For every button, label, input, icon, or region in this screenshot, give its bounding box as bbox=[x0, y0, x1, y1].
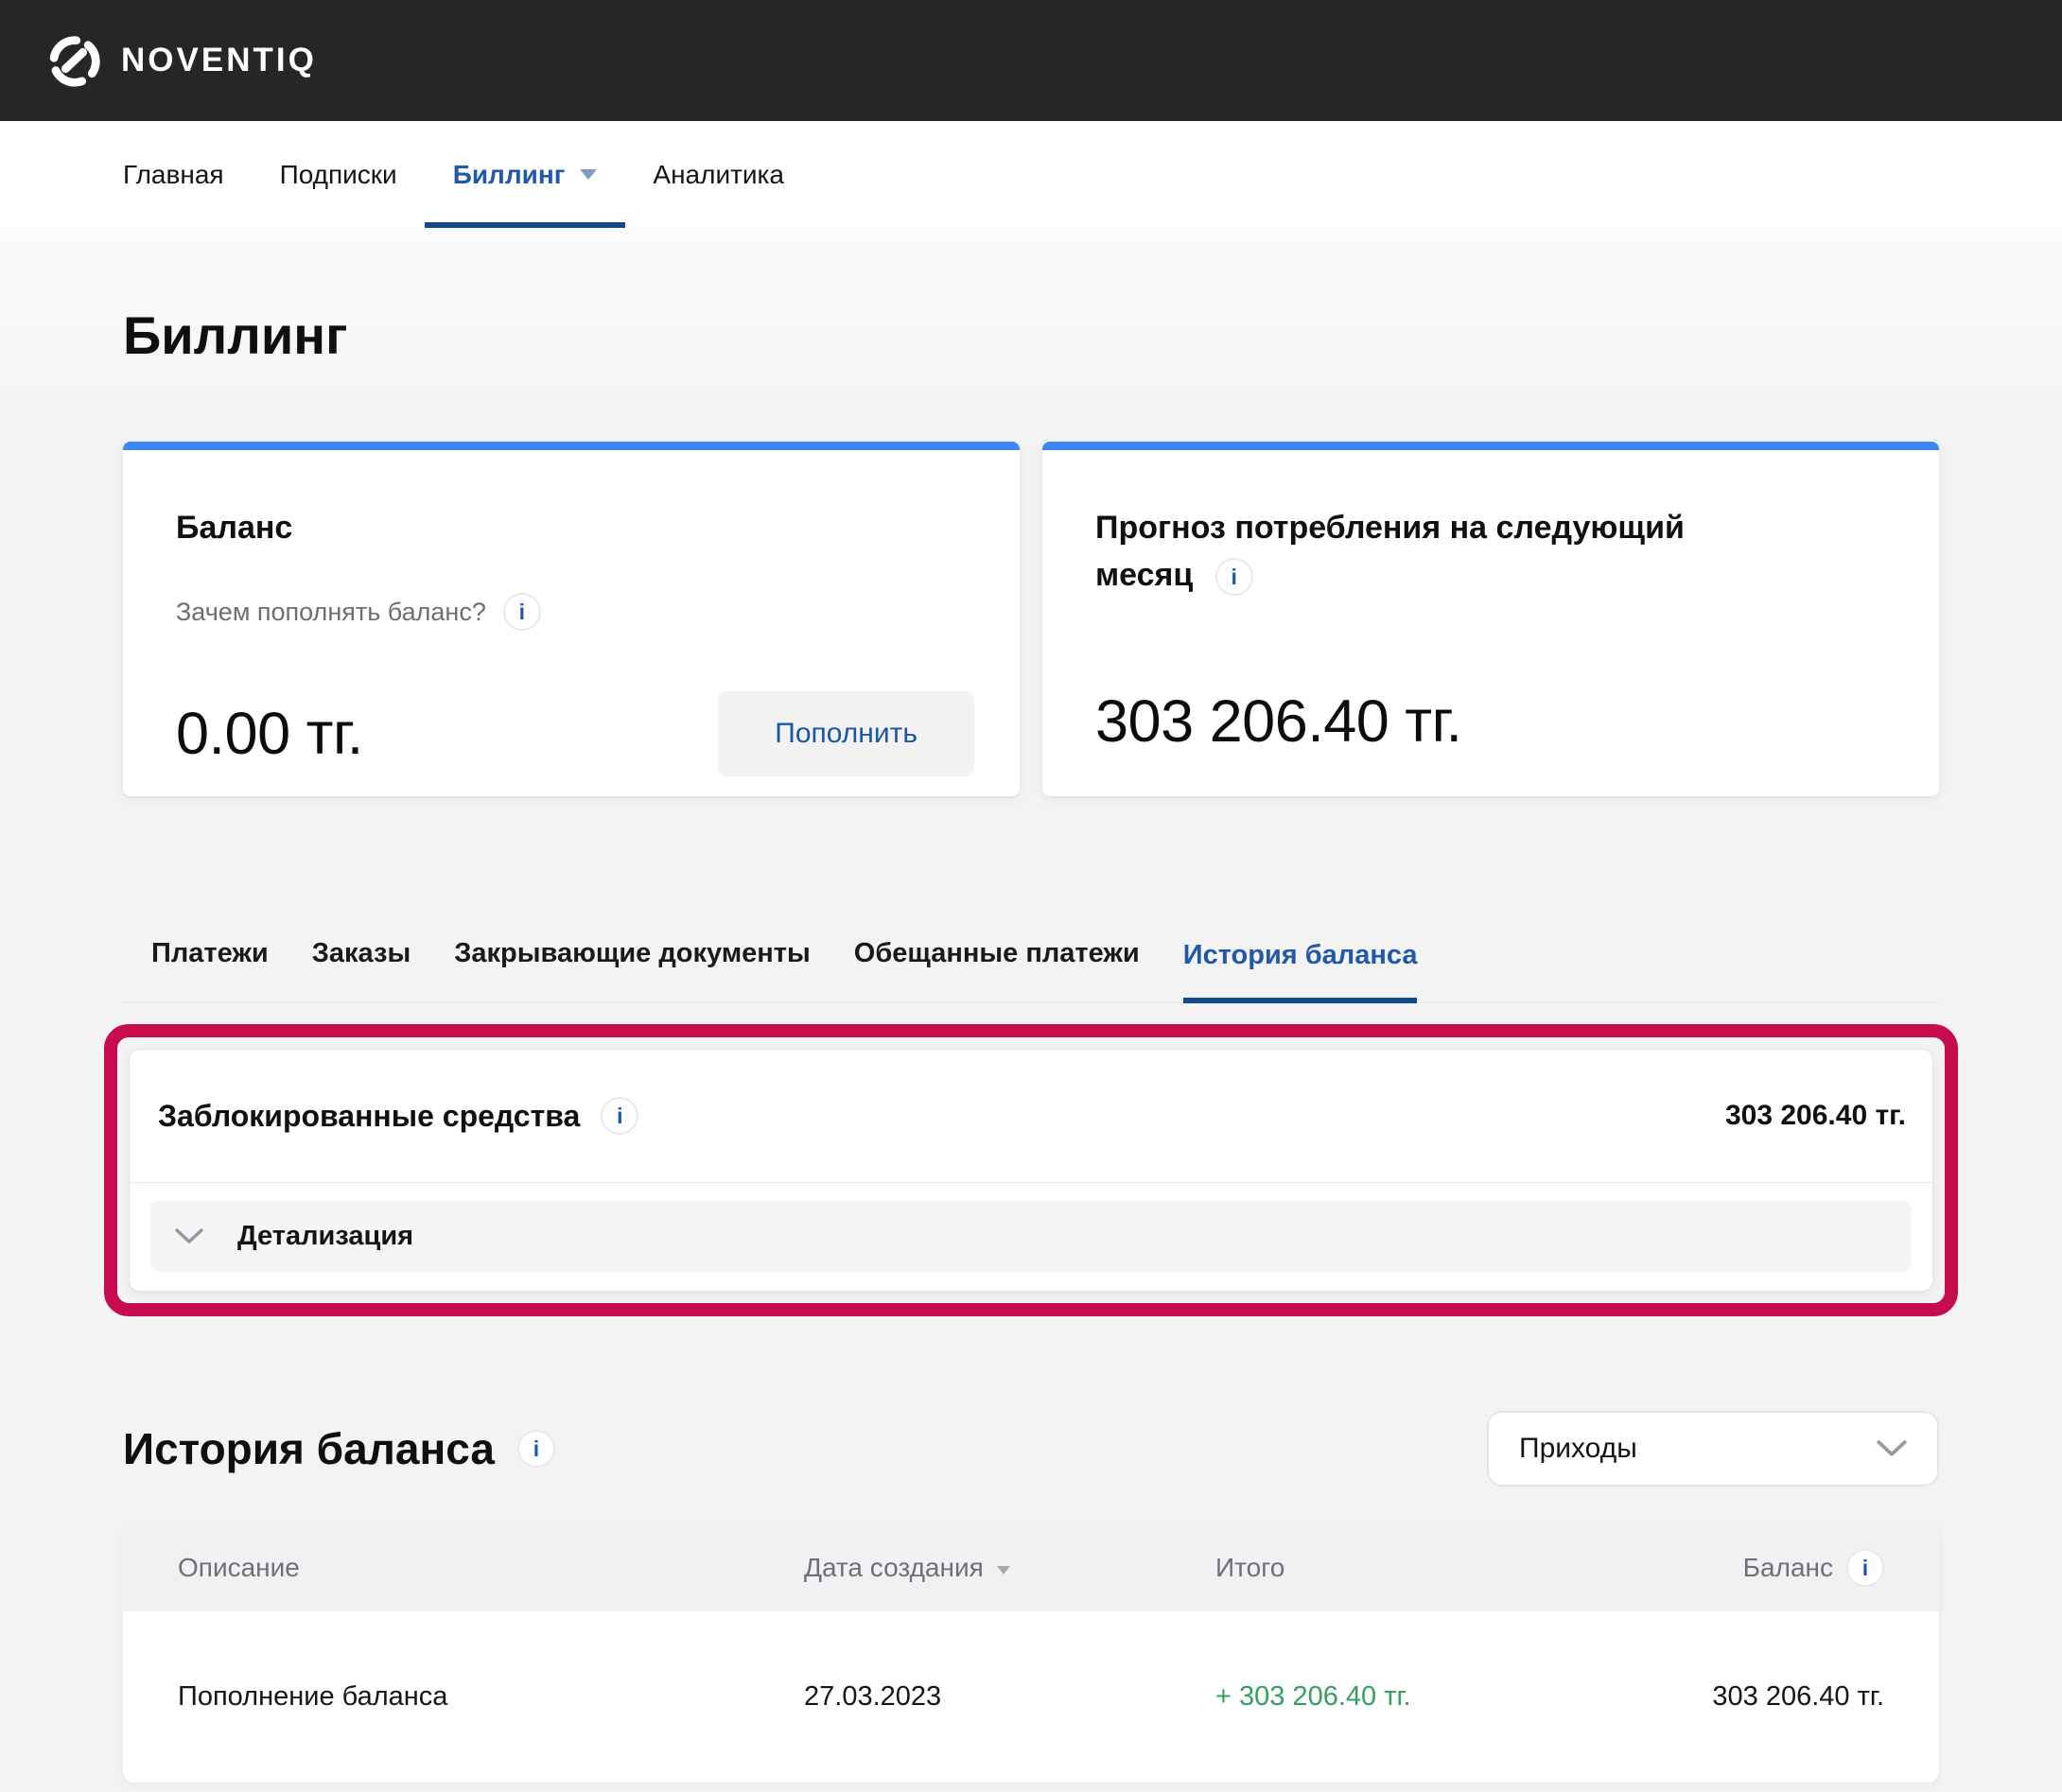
tab-obeshchannye-platezhi[interactable]: Обещанные платежи bbox=[854, 938, 1140, 1001]
content-area: Биллинг Баланс Зачем пополнять баланс? i… bbox=[0, 228, 2062, 1792]
row-total: + 303 206.40 тг. bbox=[1215, 1681, 1712, 1713]
blocked-funds-card: Заблокированные средства i 303 206.40 тг… bbox=[129, 1049, 1933, 1292]
nav-item-podpiski[interactable]: Подписки bbox=[280, 121, 397, 228]
blocked-funds-title: Заблокированные средства bbox=[158, 1099, 580, 1134]
col-header-date-label: Дата создания bbox=[804, 1553, 984, 1583]
info-icon[interactable]: i bbox=[517, 1430, 555, 1468]
history-table: Описание Дата создания Итого Баланс i По… bbox=[123, 1524, 1939, 1783]
balance-card-bottom: 0.00 тг. Пополнить bbox=[176, 691, 974, 776]
balance-hint: Зачем пополнять баланс? i bbox=[176, 593, 974, 631]
noventiq-logo[interactable]: NOVENTIQ bbox=[45, 31, 317, 90]
history-section-header: История баланса i Приходы bbox=[123, 1411, 1939, 1487]
table-row: Пополнение баланса 27.03.2023 + 303 206.… bbox=[123, 1611, 1939, 1783]
balance-card: Баланс Зачем пополнять баланс? i 0.00 тг… bbox=[123, 442, 1020, 796]
top-up-button[interactable]: Пополнить bbox=[718, 691, 974, 776]
chevron-down-icon bbox=[1877, 1440, 1907, 1457]
tab-zakazy[interactable]: Заказы bbox=[312, 938, 411, 1001]
forecast-card-title: Прогноз потребления на следующий месяц i bbox=[1095, 504, 1739, 599]
blocked-funds-title-row: Заблокированные средства i bbox=[158, 1097, 638, 1135]
info-icon[interactable]: i bbox=[1215, 558, 1253, 596]
nav-item-billing[interactable]: Биллинг bbox=[453, 121, 598, 228]
col-header-description: Описание bbox=[178, 1553, 804, 1583]
nav-item-glavnaya[interactable]: Главная bbox=[123, 121, 224, 228]
main-nav: Главная Подписки Биллинг Аналитика bbox=[0, 121, 2062, 228]
forecast-title-text: Прогноз потребления на следующий месяц bbox=[1095, 510, 1685, 593]
nav-item-analitika[interactable]: Аналитика bbox=[653, 121, 784, 228]
col-header-total: Итого bbox=[1215, 1553, 1743, 1583]
tab-istoriya-balansa[interactable]: История баланса bbox=[1183, 940, 1418, 1003]
history-table-header: Описание Дата создания Итого Баланс i bbox=[123, 1524, 1939, 1611]
noventiq-logo-icon bbox=[45, 31, 104, 90]
tab-platezhi[interactable]: Платежи bbox=[151, 938, 269, 1001]
chevron-down-icon bbox=[580, 169, 597, 180]
card-accent-bar bbox=[1042, 442, 1939, 450]
history-title: История баланса bbox=[123, 1423, 495, 1474]
balance-hint-text: Зачем пополнять баланс? bbox=[176, 598, 486, 627]
highlight-annotation-box: Заблокированные средства i 303 206.40 тг… bbox=[104, 1024, 1958, 1316]
summary-cards: Баланс Зачем пополнять баланс? i 0.00 тг… bbox=[123, 442, 1939, 796]
card-accent-bar bbox=[123, 442, 1020, 450]
row-balance: 303 206.40 тг. bbox=[1712, 1681, 1884, 1713]
sort-caret-icon bbox=[997, 1566, 1010, 1575]
billing-tabs: Платежи Заказы Закрывающие документы Обе… bbox=[123, 938, 1939, 1003]
balance-amount: 0.00 тг. bbox=[176, 700, 363, 768]
history-filter-value: Приходы bbox=[1519, 1433, 1637, 1465]
history-filter-select[interactable]: Приходы bbox=[1487, 1411, 1939, 1487]
col-header-balance: Баланс i bbox=[1743, 1549, 1884, 1587]
details-toggle-label: Детализация bbox=[237, 1221, 413, 1252]
info-icon[interactable]: i bbox=[601, 1097, 638, 1135]
row-date: 27.03.2023 bbox=[804, 1681, 1215, 1713]
col-header-date-sort[interactable]: Дата создания bbox=[804, 1553, 1215, 1583]
top-header: NOVENTIQ bbox=[0, 0, 2062, 121]
row-description: Пополнение баланса bbox=[178, 1681, 804, 1713]
nav-item-billing-label: Биллинг bbox=[453, 160, 566, 190]
chevron-down-icon bbox=[175, 1228, 203, 1244]
balance-card-title: Баланс bbox=[176, 504, 974, 551]
forecast-card: Прогноз потребления на следующий месяц i… bbox=[1042, 442, 1939, 796]
forecast-amount: 303 206.40 тг. bbox=[1095, 687, 1894, 756]
blocked-funds-header: Заблокированные средства i 303 206.40 тг… bbox=[130, 1050, 1932, 1182]
col-header-balance-label: Баланс bbox=[1743, 1553, 1833, 1583]
info-icon[interactable]: i bbox=[503, 593, 541, 631]
details-toggle[interactable]: Детализация bbox=[150, 1200, 1912, 1272]
tab-zakryvayushchie-dokumenty[interactable]: Закрывающие документы bbox=[454, 938, 811, 1001]
info-icon[interactable]: i bbox=[1846, 1549, 1884, 1587]
blocked-funds-amount: 303 206.40 тг. bbox=[1725, 1100, 1906, 1132]
history-title-row: История баланса i bbox=[123, 1423, 555, 1474]
page-title: Биллинг bbox=[123, 305, 1939, 366]
noventiq-logo-text: NOVENTIQ bbox=[121, 42, 317, 79]
divider bbox=[130, 1182, 1932, 1183]
